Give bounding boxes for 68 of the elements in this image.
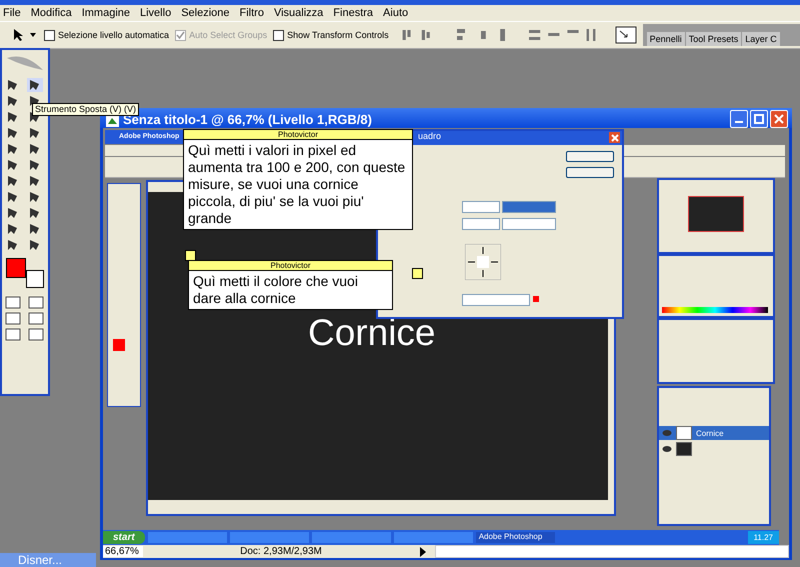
mode-icon[interactable] — [5, 296, 21, 309]
minimize-icon — [735, 121, 743, 123]
close-button[interactable] — [770, 110, 788, 128]
move-tool-icon[interactable] — [12, 28, 38, 42]
layer-row[interactable]: Cornice — [659, 426, 769, 440]
palette-tab[interactable]: Pennelli — [646, 32, 685, 46]
input-field[interactable] — [462, 201, 500, 213]
canvas-thumbnail — [688, 196, 744, 232]
document-info: Doc: 2,93M/2,93M — [239, 546, 323, 557]
menu-item[interactable]: Livello — [140, 7, 172, 19]
checkbox[interactable] — [44, 30, 55, 40]
menu-item[interactable]: Aiuto — [383, 7, 408, 19]
play-arrow-icon[interactable] — [419, 546, 427, 556]
mode-icon[interactable] — [5, 328, 21, 341]
mode-icon[interactable] — [28, 296, 44, 309]
palette-tab[interactable]: Layer C — [742, 32, 780, 46]
input-field[interactable] — [462, 218, 500, 230]
check-icon — [176, 30, 186, 40]
cancel-button[interactable] — [566, 167, 614, 178]
checkbox-label: Show Transform Controls — [287, 30, 389, 40]
checkbox-label: Auto Select Groups — [189, 30, 268, 40]
minimize-button[interactable] — [730, 110, 748, 128]
tooltip: Strumento Sposta (V) (V) — [32, 103, 140, 116]
palette-tab[interactable]: Tool Presets — [686, 32, 742, 46]
mode-icon[interactable] — [28, 328, 44, 341]
layer-thumbnail — [676, 426, 692, 440]
checkbox-label: Selezione livello automatica — [58, 30, 170, 40]
layer-thumbnail — [676, 442, 692, 456]
color-spectrum[interactable] — [662, 307, 768, 313]
ok-button[interactable] — [566, 151, 614, 162]
note-title: Photovictor — [189, 261, 392, 271]
foreground-color-swatch[interactable] — [113, 339, 125, 351]
file-browser-icon[interactable] — [614, 25, 637, 45]
tool-icon[interactable] — [27, 78, 43, 92]
anchor-grid-drawing[interactable] — [465, 244, 501, 280]
menu-item[interactable]: File — [3, 7, 21, 19]
start-button[interactable]: start — [103, 531, 145, 544]
note-title: Photovictor — [184, 130, 412, 140]
zoom-field[interactable]: 66,67% — [103, 546, 143, 557]
canvas-text: Cornice — [308, 312, 436, 354]
menu-item[interactable]: Selezione — [181, 7, 230, 19]
maximize-button[interactable] — [750, 110, 768, 128]
background-color-swatch[interactable] — [26, 270, 44, 288]
close-button[interactable] — [609, 132, 620, 143]
mode-icon[interactable] — [5, 312, 21, 325]
close-icon — [774, 114, 784, 124]
maximize-icon — [754, 114, 764, 124]
clock: 11.27 — [748, 531, 779, 544]
menu-item[interactable]: Immagine — [82, 7, 130, 19]
note-text: Quì metti i valori in pixel ed aumenta tra 100 e 200, con queste misure, se vuoi una cornice piccola, di piu' se la vuoi piu' grande — [187, 141, 406, 228]
menu-item[interactable]: Filtro — [240, 7, 264, 19]
layer-name: Cornice — [696, 428, 724, 438]
dropdown[interactable] — [502, 218, 556, 230]
note-icon[interactable] — [412, 268, 423, 279]
note-text: Quì metti il colore che vuoi dare alla cornice — [192, 272, 359, 308]
menu-item[interactable]: Visualizza — [274, 7, 324, 19]
color-swatch[interactable] — [533, 296, 539, 302]
mode-icon[interactable] — [28, 312, 44, 325]
foreground-color-swatch[interactable] — [6, 258, 26, 278]
menu-item[interactable]: Finestra — [333, 7, 374, 19]
close-icon — [610, 134, 618, 142]
menu-item[interactable]: Modifica — [30, 7, 72, 19]
dialog-title: uadro — [418, 131, 442, 141]
scrollbar[interactable] — [435, 545, 789, 558]
dropdown[interactable] — [462, 294, 530, 306]
taskbar-button[interactable]: Adobe Photoshop — [476, 532, 555, 543]
note-icon[interactable] — [185, 250, 196, 261]
checkbox[interactable] — [273, 30, 284, 40]
